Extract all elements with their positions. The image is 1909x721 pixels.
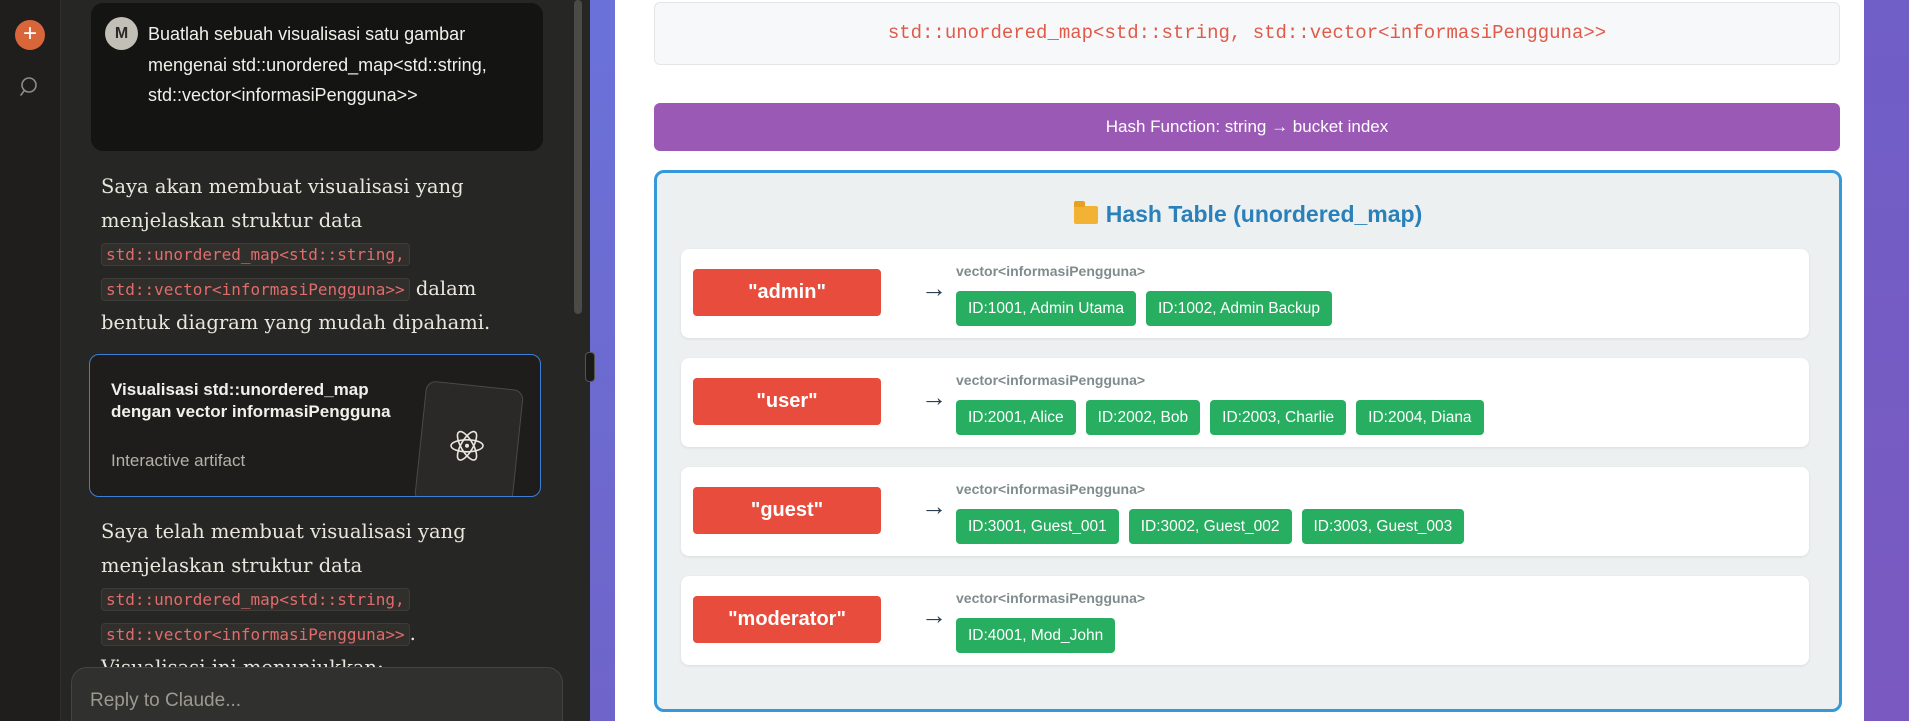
chat-scrollbar[interactable] <box>574 0 582 314</box>
vector-item: ID:2001, Alice <box>956 400 1076 435</box>
inline-code: std::unordered_map<std::string, <box>101 243 410 266</box>
new-chat-button[interactable]: + <box>15 20 45 50</box>
folder-icon <box>1073 201 1098 224</box>
inline-code: std::vector<informasiPengguna>> <box>101 277 410 301</box>
search-icon[interactable] <box>19 75 41 97</box>
vector-label: vector<informasiPengguna> <box>956 263 1146 279</box>
artifact-backdrop-right <box>1864 0 1909 721</box>
assistant-text: . <box>409 621 416 645</box>
bucket-row: "moderator" → vector<informasiPengguna> … <box>681 576 1809 665</box>
bucket-row: "user" → vector<informasiPengguna> ID:20… <box>681 358 1809 447</box>
arrow-icon: → <box>921 382 947 412</box>
user-message: M Buatlah sebuah visualisasi satu gambar… <box>91 3 543 151</box>
hash-table-title: Hash Table (unordered_map) <box>657 201 1839 228</box>
bucket-key: "guest" <box>693 487 881 534</box>
vector-label: vector<informasiPengguna> <box>956 372 1146 388</box>
react-atom-icon <box>450 430 484 461</box>
artifact-panel: std::unordered_map<std::string, std::vec… <box>615 0 1864 721</box>
bucket-row: "guest" → vector<informasiPengguna> ID:3… <box>681 467 1809 556</box>
arrow-icon: → <box>921 491 947 521</box>
vector-items: ID:3001, Guest_001 ID:3002, Guest_002 ID:3… <box>956 509 1474 544</box>
type-declaration: std::unordered_map<std::string, std::vec… <box>887 22 1607 44</box>
assistant-message-2: Saya telah membuat visualisasi yang menj… <box>101 515 521 685</box>
vector-label: vector<informasiPengguna> <box>956 481 1146 497</box>
vector-item: ID:3001, Guest_001 <box>956 509 1119 544</box>
vector-item: ID:4001, Mod_John <box>956 618 1116 653</box>
bucket-key: "admin" <box>693 269 881 316</box>
hash-function-bar: Hash Function: string → bucket index <box>654 103 1840 151</box>
vector-items: ID:1001, Admin Utama ID:1002, Admin Backu… <box>956 291 1342 326</box>
bucket-key: "user" <box>693 378 881 425</box>
panel-resize-handle[interactable] <box>585 352 595 382</box>
inline-code: std::unordered_map<std::string, <box>101 588 410 611</box>
hash-table: Hash Table (unordered_map) "admin" → vec… <box>654 170 1842 712</box>
avatar: M <box>105 17 138 50</box>
bucket-key: "moderator" <box>693 596 881 643</box>
vector-items: ID:2001, Alice ID:2002, Bob ID:2003, Charl… <box>956 400 1494 435</box>
inline-code: std::vector<informasiPengguna>> <box>101 622 410 646</box>
vector-item: ID:2004, Diana <box>1356 400 1484 435</box>
vector-item: ID:1002, Admin Backup <box>1145 291 1332 326</box>
assistant-message-1: Saya akan membuat visualisasi yang menje… <box>101 170 521 340</box>
vector-item: ID:2003, Charlie <box>1210 400 1347 435</box>
assistant-text: Saya telah membuat visualisasi yang menj… <box>101 520 466 577</box>
vector-label: vector<informasiPengguna> <box>956 590 1146 606</box>
bucket-row: "admin" → vector<informasiPengguna> ID:1… <box>681 249 1809 338</box>
vector-item: ID:1001, Admin Utama <box>956 291 1136 326</box>
vector-item: ID:2002, Bob <box>1085 400 1201 435</box>
arrow-icon: → <box>921 600 947 630</box>
type-declaration-box: std::unordered_map<std::string, std::vec… <box>654 2 1840 65</box>
artifact-subtitle: Interactive artifact <box>111 451 246 470</box>
assistant-text: Saya akan membuat visualisasi yang menje… <box>101 175 464 232</box>
vector-items: ID:4001, Mod_John <box>956 618 1125 653</box>
icon-rail: + <box>0 0 61 721</box>
artifact-title: Visualisasi std::unordered_map dengan ve… <box>111 380 391 421</box>
vector-item: ID:3002, Guest_002 <box>1128 509 1292 544</box>
reply-placeholder: Reply to Claude... <box>90 690 242 711</box>
artifact-card[interactable]: Visualisasi std::unordered_map dengan ve… <box>89 354 541 497</box>
hash-table-title-text: Hash Table (unordered_map) <box>1105 201 1423 227</box>
reply-input[interactable]: Reply to Claude... <box>71 667 563 721</box>
artifact-thumbnail <box>413 380 525 496</box>
vector-item: ID:3003, Guest_003 <box>1301 509 1465 544</box>
user-message-text: Buatlah sebuah visualisasi satu gambar m… <box>148 24 487 105</box>
chat-column: M Buatlah sebuah visualisasi satu gambar… <box>61 0 590 721</box>
arrow-icon: → <box>921 273 947 303</box>
